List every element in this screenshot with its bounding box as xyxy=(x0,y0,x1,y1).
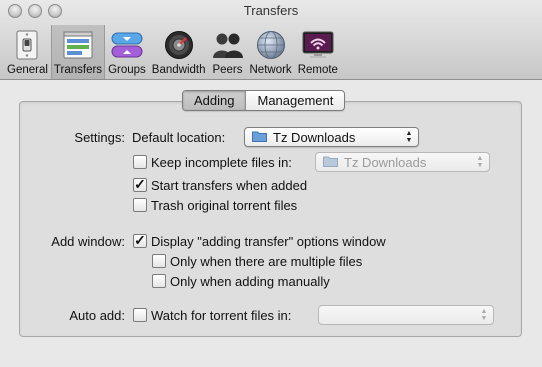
tab-switcher: Adding Management xyxy=(182,90,346,111)
start-transfers-checkbox[interactable]: ✓ xyxy=(133,177,147,192)
keep-incomplete-value: Tz Downloads xyxy=(344,154,427,170)
toolbar-label: Transfers xyxy=(53,64,103,76)
toolbar-label: Bandwidth xyxy=(151,64,206,76)
multiple-files-label: Only when there are multiple files xyxy=(170,254,363,269)
popup-arrows-icon: ▲ ▼ xyxy=(480,308,488,322)
start-transfers-label: Start transfers when added xyxy=(151,178,308,193)
default-location-value: Tz Downloads xyxy=(273,129,356,145)
light-switch-icon xyxy=(11,29,43,61)
trash-original-checkbox[interactable] xyxy=(133,198,147,212)
multiple-files-checkbox[interactable] xyxy=(152,254,166,268)
default-location-label: Default location: xyxy=(132,130,226,145)
toolbar-label: Network xyxy=(249,64,292,76)
toolbar-general[interactable]: General xyxy=(4,25,51,79)
toolbar-label: General xyxy=(7,64,48,76)
watch-folder-label: Watch for torrent files in: xyxy=(151,308,292,323)
toolbar-label: Peers xyxy=(212,64,243,76)
folder-icon xyxy=(323,155,338,170)
toolbar-transfers[interactable]: Transfers xyxy=(50,25,106,79)
display-options-label: Display "adding transfer" options window xyxy=(151,234,386,249)
popup-arrows-icon: ▲ ▼ xyxy=(476,155,484,169)
window-titlebar: Transfers General Transfers Groups Bandw… xyxy=(0,0,542,80)
watch-folder-checkbox[interactable] xyxy=(133,308,147,322)
keep-incomplete-label: Keep incomplete files in: xyxy=(151,155,292,170)
peers-icon xyxy=(212,29,244,61)
auto-add-label: Auto add: xyxy=(69,308,125,323)
toolbar-label: Remote xyxy=(297,64,338,76)
toolbar-remote[interactable]: Remote xyxy=(295,25,341,79)
remote-wifi-icon xyxy=(302,29,334,61)
keep-incomplete-checkbox[interactable] xyxy=(133,155,147,169)
bandwidth-gauge-icon xyxy=(163,29,195,61)
default-location-popup[interactable]: Tz Downloads ▲ ▼ xyxy=(244,127,419,147)
tab-management[interactable]: Management xyxy=(245,91,344,110)
network-globe-icon xyxy=(255,29,287,61)
toolbar-peers[interactable]: Peers xyxy=(209,25,247,79)
toolbar-groups[interactable]: Groups xyxy=(105,25,149,79)
popup-arrows-icon: ▲ ▼ xyxy=(405,130,413,144)
toolbar-bandwidth[interactable]: Bandwidth xyxy=(149,25,209,79)
trash-original-label: Trash original torrent files xyxy=(151,198,298,213)
toolbar-network[interactable]: Network xyxy=(247,25,295,79)
display-options-checkbox[interactable]: ✓ xyxy=(133,233,147,248)
add-window-label: Add window: xyxy=(51,234,125,249)
toolbar-label: Groups xyxy=(108,64,146,76)
preferences-toolbar: General Transfers Groups Bandwidth Peers… xyxy=(4,25,341,79)
adding-manually-checkbox[interactable] xyxy=(152,274,166,288)
groups-icon xyxy=(111,29,143,61)
settings-label: Settings: xyxy=(74,130,125,145)
transfers-window-icon xyxy=(62,29,94,61)
watch-folder-popup[interactable]: ▲ ▼ xyxy=(318,305,494,325)
keep-incomplete-popup[interactable]: Tz Downloads ▲ ▼ xyxy=(315,152,490,172)
adding-manually-label: Only when adding manually xyxy=(170,274,330,289)
window-title: Transfers xyxy=(243,3,299,18)
folder-icon xyxy=(252,130,267,145)
tab-adding[interactable]: Adding xyxy=(183,91,246,110)
